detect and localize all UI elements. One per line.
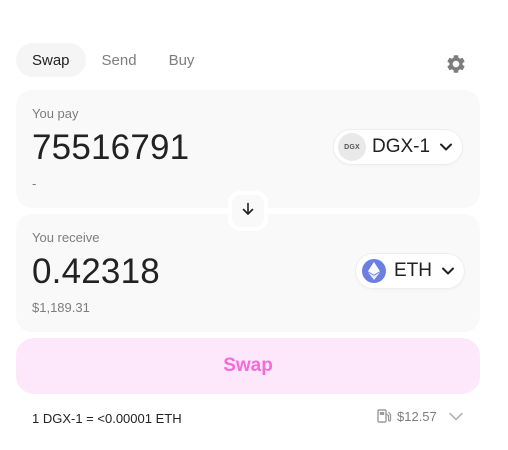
receive-fiat-value: $1,189.31 — [32, 300, 90, 315]
swap-tabs: Swap Send Buy — [16, 43, 210, 77]
exchange-rate[interactable]: 1 DGX-1 = <0.00001 ETH — [32, 411, 182, 426]
pay-token-symbol: DGX-1 — [372, 136, 431, 157]
swap-button[interactable]: Swap — [16, 338, 480, 394]
chevron-down-icon — [442, 265, 454, 277]
receive-panel: You receive 0.42318 $1,189.31 ETH — [16, 214, 480, 332]
chevron-down-icon — [440, 141, 453, 153]
receive-label: You receive — [32, 230, 100, 245]
dgx-token-icon: DGX — [338, 133, 366, 161]
gas-fee-value: $12.57 — [397, 408, 437, 424]
eth-token-icon — [362, 259, 386, 283]
gas-pump-icon — [376, 408, 392, 424]
dgx-logo-text: DGX — [344, 143, 360, 151]
arrow-down-icon — [241, 202, 255, 221]
receive-amount-input[interactable]: 0.42318 — [32, 252, 160, 292]
gear-icon[interactable] — [444, 52, 468, 76]
receive-token-symbol: ETH — [394, 260, 432, 281]
pay-amount-input[interactable]: 75516791 — [32, 128, 189, 168]
pay-token-selector[interactable]: DGX DGX-1 — [334, 130, 463, 164]
tab-buy[interactable]: Buy — [153, 43, 211, 77]
tab-swap[interactable]: Swap — [16, 43, 86, 77]
pay-label: You pay — [32, 106, 79, 121]
pay-fiat-value: - — [32, 176, 37, 191]
switch-tokens-button[interactable] — [228, 191, 268, 231]
chevron-down-icon — [448, 409, 463, 423]
gas-fee-toggle[interactable]: $12.57 — [376, 408, 463, 424]
receive-token-selector[interactable]: ETH — [356, 254, 464, 288]
tab-send[interactable]: Send — [86, 43, 153, 77]
